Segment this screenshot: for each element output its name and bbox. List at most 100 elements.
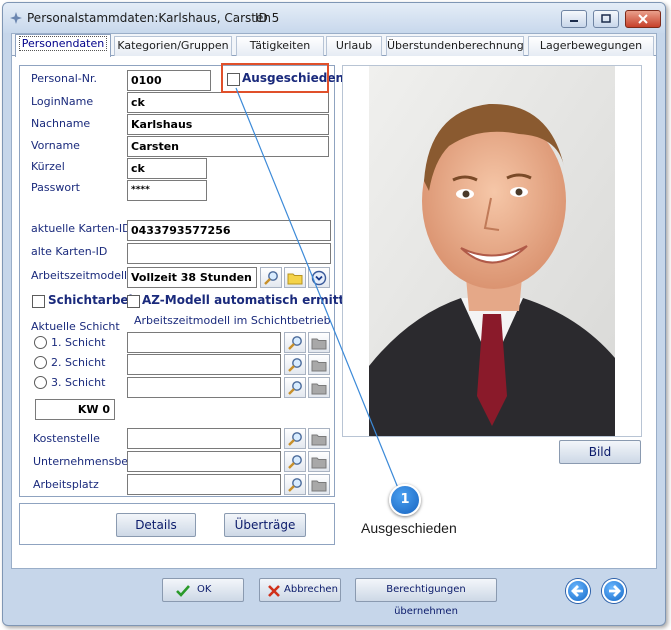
schicht-2-folder-button[interactable] [308, 354, 330, 375]
folder-icon [311, 434, 327, 446]
tab-kategorien-gruppen[interactable]: Kategorien/Gruppen [114, 36, 232, 56]
folder-icon [311, 338, 327, 350]
schicht-3-search-button[interactable] [284, 377, 306, 398]
unternehmensber-field[interactable] [127, 451, 281, 472]
maximize-icon [601, 14, 611, 23]
ausgeschieden-highlight-box [221, 63, 329, 93]
search-icon [288, 455, 302, 469]
kuerzel-field[interactable]: ck [127, 158, 207, 179]
folder-icon [287, 273, 303, 285]
window-title: Personalstammdaten:Karlshaus, Carsten [27, 11, 271, 25]
kostenstelle-field[interactable] [127, 428, 281, 449]
kostenstelle-search-button[interactable] [284, 428, 306, 449]
passwort-label: Passwort [31, 181, 80, 194]
arrow-right-icon [609, 585, 621, 597]
schicht-3-label: 3. Schicht [51, 376, 106, 389]
abbrechen-button-label: Abbrechen [284, 584, 338, 595]
vorname-field[interactable]: Carsten [127, 136, 329, 157]
search-icon [288, 381, 302, 395]
tab-taetigkeiten[interactable]: Tätigkeiten [236, 36, 324, 56]
tab-strip: Personendaten Kategorien/Gruppen Tätigke… [12, 34, 656, 57]
nachname-label: Nachname [31, 117, 91, 130]
schicht-2-search-button[interactable] [284, 354, 306, 375]
schicht-2-radio[interactable] [34, 356, 47, 369]
arbeitsplatz-search-button[interactable] [284, 474, 306, 495]
schichtarbeit-checkbox[interactable] [32, 295, 45, 308]
karten-id-field[interactable]: 0433793577256 [127, 220, 331, 241]
berechtigungen-button[interactable]: Berechtigungen übernehmen [355, 578, 497, 617]
arbeitszeitmodell-label: Arbeitszeitmodell [31, 269, 128, 282]
chevron-down-icon [311, 270, 327, 286]
unternehmensber-label: Unternehmensber. [33, 455, 136, 468]
details-button-panel: Details Überträge [19, 503, 335, 545]
az-modell-checkbox[interactable] [127, 295, 140, 308]
schichtarbeit-label: Schichtarbeit [48, 293, 139, 307]
photo-frame [342, 65, 642, 437]
schicht-3-radio[interactable] [34, 376, 47, 389]
schicht-3-field[interactable] [127, 377, 281, 398]
close-button[interactable] [625, 10, 661, 28]
schicht-modell-label: Arbeitszeitmodell im Schichtbetrieb [134, 314, 331, 327]
abbrechen-button[interactable]: Abbrechen [259, 578, 341, 602]
ok-button[interactable]: OK [162, 578, 244, 602]
kostenstelle-label: Kostenstelle [33, 432, 100, 445]
unternehmensber-search-button[interactable] [284, 451, 306, 472]
kuerzel-label: Kürzel [31, 160, 65, 173]
search-icon [288, 358, 302, 372]
close-icon [638, 14, 648, 24]
arbeitsplatz-field[interactable] [127, 474, 281, 495]
tab-lagerbewegungen[interactable]: Lagerbewegungen [528, 36, 654, 56]
schicht-1-label: 1. Schicht [51, 336, 106, 349]
aktuelle-schicht-label: Aktuelle Schicht [31, 320, 120, 333]
personal-nr-field[interactable]: 0100 [127, 70, 211, 91]
kw-field: KW 0 [35, 399, 115, 420]
passwort-field[interactable]: **** [127, 180, 207, 201]
bild-button[interactable]: Bild [559, 440, 641, 464]
ok-button-label: OK [197, 584, 212, 595]
arbeitszeitmodell-dropdown-button[interactable] [308, 267, 330, 288]
employee-photo [369, 66, 615, 436]
tab-ueberstundenberechnung[interactable]: Überstundenberechnung [386, 36, 524, 56]
tab-personendaten[interactable]: Personendaten [15, 34, 111, 57]
unternehmensber-folder-button[interactable] [308, 451, 330, 472]
search-icon [288, 432, 302, 446]
search-icon [264, 271, 278, 285]
karten-id-label: aktuelle Karten-ID [31, 222, 131, 235]
uebertraege-button[interactable]: Überträge [224, 513, 306, 537]
folder-icon [311, 480, 327, 492]
kostenstelle-folder-button[interactable] [308, 428, 330, 449]
cancel-icon [268, 585, 280, 597]
schicht-2-label: 2. Schicht [51, 356, 106, 369]
arbeitszeitmodell-field[interactable]: Vollzeit 38 Stunden Wo [127, 267, 257, 288]
arbeitsplatz-label: Arbeitsplatz [33, 478, 99, 491]
personal-data-panel: Personal-Nr. 0100 Ausgeschieden LoginNam… [19, 65, 365, 497]
schicht-2-field[interactable] [127, 354, 281, 375]
schicht-1-field[interactable] [127, 332, 281, 353]
window-id-label: ID 5 [255, 11, 280, 25]
schicht-1-folder-button[interactable] [308, 332, 330, 353]
folder-icon [311, 383, 327, 395]
schicht-3-folder-button[interactable] [308, 377, 330, 398]
app-icon [10, 12, 22, 24]
callout-label: Ausgeschieden [361, 520, 457, 536]
tab-urlaub[interactable]: Urlaub [326, 36, 382, 56]
arbeitszeitmodell-search-button[interactable] [260, 267, 282, 288]
arrow-left-icon [571, 585, 583, 597]
details-button[interactable]: Details [116, 513, 196, 537]
minimize-button[interactable] [561, 10, 587, 28]
maximize-button[interactable] [593, 10, 619, 28]
arbeitszeitmodell-folder-button[interactable] [284, 267, 306, 288]
checkmark-icon [176, 585, 190, 597]
previous-record-button[interactable] [566, 579, 590, 603]
title-bar: Personalstammdaten:Karlshaus, Carsten ID… [3, 3, 665, 33]
alte-karten-id-field[interactable] [127, 243, 331, 264]
nachname-field[interactable]: Karlshaus [127, 114, 329, 135]
az-modell-label: AZ-Modell automatisch ermitteln [142, 293, 366, 307]
next-record-button[interactable] [602, 579, 626, 603]
schicht-1-search-button[interactable] [284, 332, 306, 353]
search-icon [288, 478, 302, 492]
arbeitsplatz-folder-button[interactable] [308, 474, 330, 495]
schicht-1-radio[interactable] [34, 336, 47, 349]
minimize-icon [570, 20, 578, 22]
loginname-field[interactable]: ck [127, 92, 329, 113]
